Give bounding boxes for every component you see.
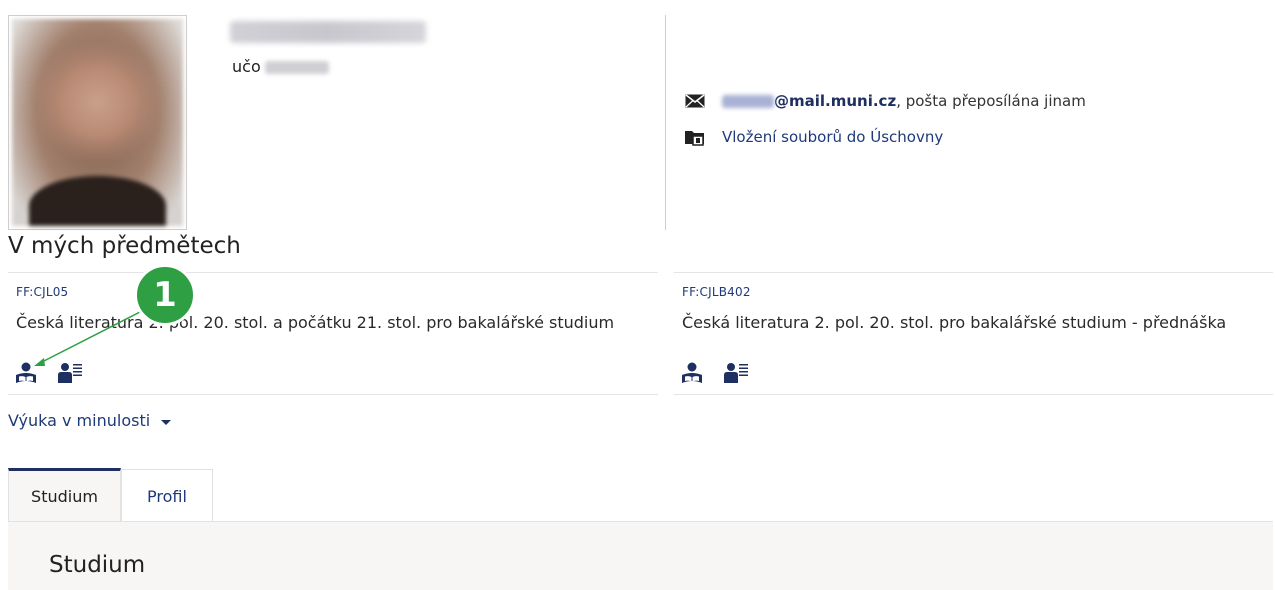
profile-photo <box>8 15 187 230</box>
course-actions <box>14 361 82 385</box>
panel-title: Studium <box>49 552 146 578</box>
course-code[interactable]: FF:CJL05 <box>16 285 614 299</box>
person-list-icon[interactable] <box>724 361 748 385</box>
caret-down-icon <box>160 411 172 430</box>
course-code[interactable]: FF:CJLB402 <box>682 285 1226 299</box>
email-domain[interactable]: @mail.muni.cz <box>774 92 896 110</box>
upload-link[interactable]: Vložení souborů do Úschovny <box>722 128 943 146</box>
email-forward-note: , pošta přeposílána jinam <box>896 92 1086 110</box>
course-actions <box>680 361 748 385</box>
tab-profil[interactable]: Profil <box>121 469 213 522</box>
course-divider <box>8 394 658 395</box>
student-reading-icon[interactable] <box>14 361 38 385</box>
course-divider <box>674 394 1273 395</box>
annotation-badge: 1 <box>134 264 196 326</box>
upload-row: Vložení souborů do Úschovny <box>684 128 943 146</box>
uco-number-redacted <box>264 61 329 74</box>
tab-panel: Studium <box>8 521 1273 590</box>
folder-upload-icon <box>684 128 706 146</box>
profile-uco: učo <box>232 57 329 76</box>
uco-label: učo <box>232 57 261 76</box>
past-teaching-label: Výuka v minulosti <box>8 411 151 430</box>
course-title[interactable]: Česká literatura 2. pol. 20. stol. pro b… <box>682 313 1226 332</box>
past-teaching-toggle[interactable]: Výuka v minulosti <box>8 411 172 430</box>
vertical-divider <box>665 15 666 230</box>
student-reading-icon[interactable] <box>680 361 704 385</box>
profile-photo-image <box>12 19 183 226</box>
profile-name-redacted <box>230 21 426 43</box>
tab-studium[interactable]: Studium <box>8 468 121 522</box>
email-user-redacted <box>722 94 774 108</box>
section-title: V mých předmětech <box>8 233 241 259</box>
course-card: FF:CJL05 Česká literatura 2. pol. 20. st… <box>16 285 614 332</box>
course-title[interactable]: Česká literatura 2. pol. 20. stol. a poč… <box>16 313 614 332</box>
person-list-icon[interactable] <box>58 361 82 385</box>
course-card: FF:CJLB402 Česká literatura 2. pol. 20. … <box>682 285 1226 332</box>
course-divider <box>674 272 1273 273</box>
email-row: @mail.muni.cz, pošta přeposílána jinam <box>684 92 1086 110</box>
course-divider <box>8 272 658 273</box>
envelope-icon <box>684 92 706 110</box>
tab-bar: Studium Profil <box>8 468 213 522</box>
